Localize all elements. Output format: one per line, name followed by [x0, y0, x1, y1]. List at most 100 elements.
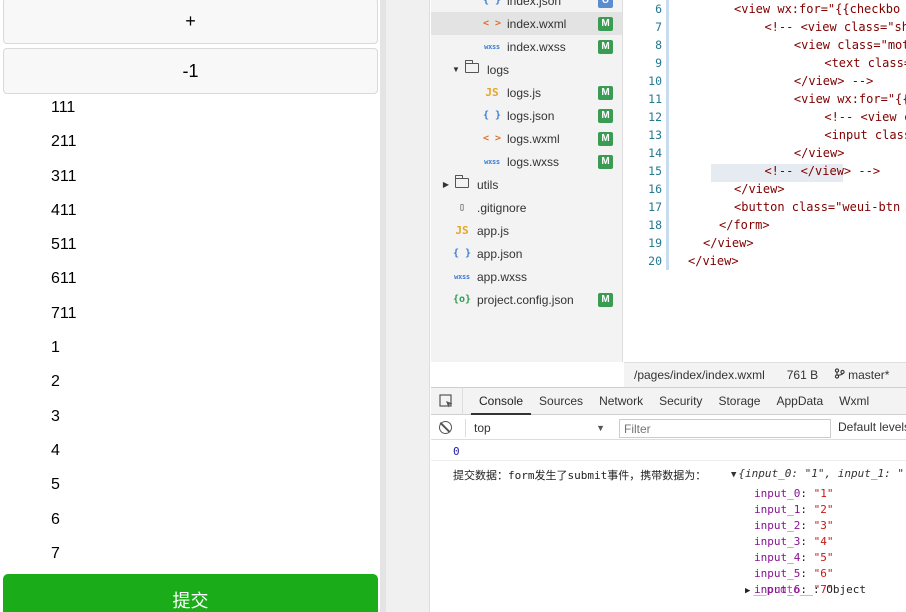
object-preview-row[interactable]: ▼ {input_0: "1", input_1: " — [731, 467, 904, 480]
caret-down-icon: ▼ — [596, 423, 605, 433]
log-levels-select[interactable]: Default levels — [838, 420, 906, 434]
filter-input[interactable] — [619, 419, 831, 438]
log-number: 0 — [453, 445, 460, 458]
js-icon: JS — [485, 86, 499, 99]
code-line: <input class="tex — [824, 128, 906, 142]
line-number: 17 — [648, 200, 662, 214]
property-colon: : — [800, 535, 814, 548]
folder-shape — [465, 60, 479, 73]
tab-network[interactable]: Network — [591, 388, 651, 415]
folder-icon — [451, 175, 473, 191]
collapsed-caret-icon: ▶ — [745, 586, 751, 596]
list-item: 411 — [51, 201, 77, 219]
property-value: "4" — [813, 535, 834, 548]
tree-item[interactable]: JS app.js — [431, 219, 622, 242]
line-number: 9 — [655, 56, 662, 70]
file-tree: { } index.json U < > index.wxml Mwxss index.wx… — [431, 0, 623, 362]
tab-wxml[interactable]: Wxml — [831, 388, 877, 415]
file-size: 761 B — [786, 368, 819, 382]
line-number: 11 — [648, 92, 662, 106]
branch-icon — [834, 368, 845, 382]
wxss-icon: wxss — [484, 157, 500, 166]
list-item: 4 — [51, 441, 60, 459]
context-select[interactable]: top ▼ — [465, 419, 607, 437]
json-icon: { } — [482, 0, 502, 6]
clear-console-icon[interactable] — [439, 421, 452, 434]
tab-security[interactable]: Security — [651, 388, 710, 415]
property-colon: : — [800, 551, 814, 564]
line-number: 12 — [648, 110, 662, 124]
tree-item[interactable]: { } logs.json M — [431, 104, 622, 127]
value-list: 111 211 311 411 511 611 711 1 2 3 4 5 6 7 — [51, 96, 77, 576]
property-key: input_4 — [754, 551, 801, 564]
json-icon: { } — [482, 110, 502, 121]
config-icon: {o} — [452, 294, 472, 305]
object-property: input_4: "5" — [754, 551, 833, 564]
tree-item[interactable]: { } app.json — [431, 242, 622, 265]
tree-item-label: app.wxss — [477, 269, 528, 284]
tree-item[interactable]: < > logs.wxml M — [431, 127, 622, 150]
minus-button[interactable]: -1 — [3, 48, 378, 94]
branch-name[interactable]: master* — [848, 368, 889, 382]
code-editor[interactable]: 6 7 8 9 10 11 12 13 14 15 16 17 18 19 20 <view wx:for=… — [624, 0, 906, 362]
tree-item[interactable]: wxss logs.wxss M — [431, 150, 622, 173]
line-number: 18 — [648, 218, 662, 232]
tab-appdata[interactable]: AppData — [768, 388, 831, 415]
file-icon: ▯ — [458, 202, 466, 213]
object-property: input_5: "6" — [754, 567, 833, 580]
property-key: input_3 — [754, 535, 801, 548]
code-line: <text class="moto — [824, 56, 906, 70]
wxml-icon: < > — [482, 18, 502, 29]
devtools-panel: Console Sources Network Security Storage AppD… — [431, 387, 906, 612]
tree-item[interactable]: wxss app.wxss — [431, 265, 622, 288]
collapsed-caret-icon: ▶ — [442, 180, 450, 189]
list-item: 111 — [51, 99, 76, 116]
plus-button[interactable]: + — [3, 0, 378, 44]
submit-label: 提交 — [172, 591, 209, 611]
line-number: 19 — [648, 236, 662, 250]
property-colon: : — [800, 487, 814, 500]
code-line: </view> — [688, 254, 739, 268]
list-item: 7 — [51, 544, 60, 562]
tab-sources[interactable]: Sources — [531, 388, 591, 415]
proto-row[interactable]: ▶ __proto__: Object — [745, 583, 866, 596]
tree-item-label: logs.wxml — [507, 131, 560, 146]
object-property: input_0: "1" — [754, 487, 833, 500]
tree-item-label: index.wxss — [507, 39, 566, 54]
property-colon: : — [800, 503, 814, 516]
tree-item-label: index.wxml — [507, 16, 567, 31]
code-line: <button class="weui-btn — [734, 200, 901, 214]
json-icon: { } — [452, 248, 472, 259]
editor-status-bar: /pages/index/index.wxml 761 B master* — [624, 362, 906, 387]
property-key: input_5 — [754, 567, 801, 580]
tree-item[interactable]: wxss index.wxss M — [431, 35, 622, 58]
tab-storage[interactable]: Storage — [710, 388, 768, 415]
code-line: </view> — [765, 146, 845, 160]
tree-item[interactable]: ▯ .gitignore — [431, 196, 622, 219]
tree-item[interactable]: {o} project.config.json M — [431, 288, 622, 311]
line-number: 13 — [648, 128, 662, 142]
proto-key: __proto__ — [753, 583, 814, 596]
code-line: <!-- <view class="shi — [750, 20, 906, 34]
line-number: 10 — [648, 74, 662, 88]
list-item: 5 — [51, 476, 60, 494]
inspect-element-icon[interactable] — [431, 387, 463, 415]
list-item: 511 — [51, 236, 77, 254]
tree-item-label: logs.wxss — [507, 154, 560, 169]
tree-item[interactable]: { } index.json U — [431, 0, 622, 12]
code-line: </form> — [719, 218, 770, 232]
folder-open-icon — [461, 60, 483, 76]
property-key: input_2 — [754, 519, 801, 532]
submit-button[interactable]: 提交 — [3, 574, 378, 612]
line-number: 15 — [648, 164, 662, 178]
property-colon: : — [800, 519, 814, 532]
tree-item[interactable]: ▼ logs — [431, 58, 622, 81]
tree-item[interactable]: < > index.wxml M — [431, 12, 622, 35]
expand-caret-icon: ▼ — [731, 470, 737, 480]
context-value: top — [474, 421, 491, 435]
property-key: input_1 — [754, 503, 801, 516]
tree-item[interactable]: JS logs.js M — [431, 81, 622, 104]
git-status-badge: M — [598, 85, 613, 100]
tab-console[interactable]: Console — [471, 388, 532, 415]
tree-item[interactable]: ▶ utils — [431, 173, 622, 196]
